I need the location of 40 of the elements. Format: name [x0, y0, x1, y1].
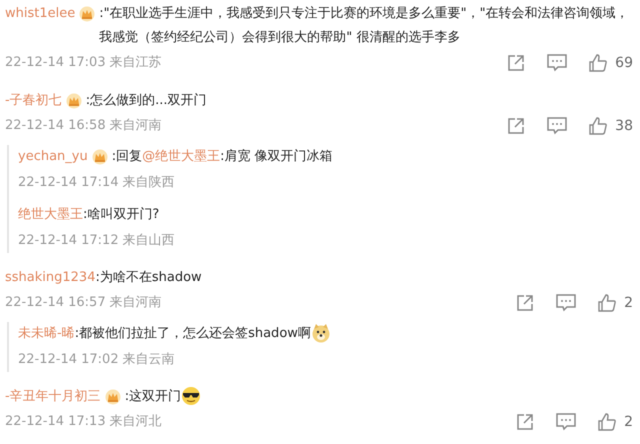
comment-text: :为啥不在shadow — [95, 269, 202, 287]
timestamp: 22-12-14 16:57 来自河南 — [5, 294, 162, 312]
comment-text: :都被他们拉扯了，怎么还会签shadow啊 — [74, 322, 331, 346]
comment-icon[interactable] — [547, 54, 568, 72]
comment-icon[interactable] — [556, 413, 576, 431]
timestamp: 22-12-14 17:02 来自云南 — [18, 352, 175, 367]
username-link[interactable]: yechan_yu — [18, 145, 88, 169]
share-icon[interactable] — [516, 294, 534, 312]
timestamp: 22-12-14 17:12 来自山西 — [18, 233, 175, 248]
mention-link[interactable]: @绝世大墨王 — [142, 149, 220, 164]
like-button[interactable]: 2 — [598, 292, 633, 314]
like-button[interactable]: 2 — [598, 412, 633, 432]
username-link[interactable]: -辛丑年十月初三 — [5, 385, 101, 409]
comment-icon[interactable] — [547, 117, 568, 135]
comment-text: :回复@绝世大墨王:肩宽 像双开门冰箱 — [112, 148, 333, 166]
username-link[interactable]: 未未晞-晞 — [18, 322, 75, 346]
comment-text: :"在职业选手生涯中，我感受到只专注于比赛的环境是多么重要"，"在转会和法律咨询领域，我感觉（签约经纪公司）会得到很大的帮助" 很清醒的选手李多 — [99, 5, 630, 47]
share-icon[interactable] — [507, 117, 526, 135]
thumbs-up-icon — [598, 413, 616, 431]
comment-text: :啥叫双开门? — [83, 206, 160, 224]
timestamp: 22-12-14 17:13 来自河北 — [5, 413, 162, 432]
comment-text: :这双开门 — [124, 385, 202, 409]
thumbs-up-icon — [589, 117, 608, 135]
timestamp: 22-12-14 16:58 来自河南 — [5, 117, 162, 136]
dog-emoji-icon — [310, 323, 331, 344]
sunglasses-emoji-icon — [181, 386, 202, 406]
timestamp: 22-12-14 17:14 来自陕西 — [18, 175, 175, 190]
username-link[interactable]: 绝世大墨王 — [18, 203, 83, 227]
username-link[interactable]: whist1elee — [5, 2, 76, 26]
username-link[interactable]: sshaking1234 — [5, 266, 96, 290]
username-link[interactable]: -子春初七 — [5, 89, 62, 113]
timestamp: 22-12-14 17:03 来自江苏 — [5, 54, 162, 72]
share-icon[interactable] — [507, 54, 526, 72]
thumbs-up-icon — [598, 294, 616, 312]
comment-text: :怎么做到的...双开门 — [86, 92, 206, 110]
comment-icon[interactable] — [556, 294, 576, 312]
like-button[interactable]: 69 — [589, 52, 633, 74]
share-icon[interactable] — [516, 413, 534, 431]
thumbs-up-icon — [589, 54, 608, 72]
like-button[interactable]: 38 — [589, 116, 633, 136]
